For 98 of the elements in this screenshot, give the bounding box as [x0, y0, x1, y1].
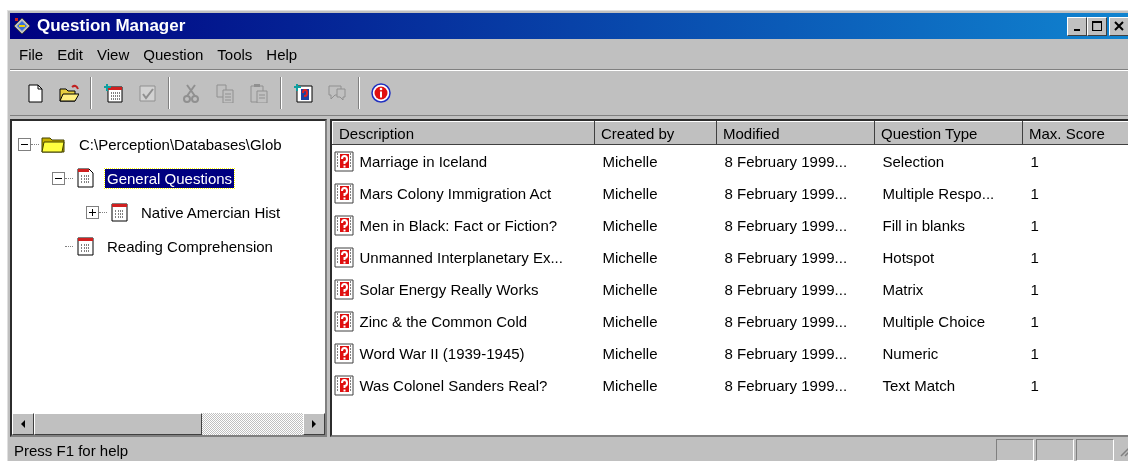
- question-icon: [333, 150, 354, 172]
- table-cell: 8 February 1999...: [724, 216, 848, 234]
- info-icon: [371, 83, 391, 103]
- status-panel: [996, 439, 1034, 461]
- menu-item[interactable]: Tools: [210, 45, 260, 63]
- table-cell: 8 February 1999...: [724, 184, 848, 202]
- table-cell: 8 February 1999...: [724, 280, 848, 298]
- menu-item[interactable]: Edit: [50, 45, 91, 63]
- horizontal-scrollbar[interactable]: [12, 413, 325, 435]
- table-cell: Men in Black: Fact or Fiction?: [359, 216, 558, 234]
- column-header[interactable]: Max. Score: [1022, 121, 1128, 145]
- table-cell: Michelle: [602, 216, 658, 234]
- app-icon: [13, 17, 31, 35]
- table-cell: Text Match: [882, 376, 956, 394]
- table-cell: 8 February 1999...: [724, 248, 848, 266]
- speech-bubble-icon: [327, 83, 347, 103]
- new-document-icon: [25, 83, 45, 103]
- table-cell: 8 February 1999...: [724, 152, 848, 170]
- table-cell: Michelle: [602, 376, 658, 394]
- menu-item[interactable]: Help: [259, 45, 305, 63]
- maximize-button[interactable]: [1087, 16, 1107, 36]
- new-question-icon: [293, 83, 313, 103]
- column-header[interactable]: Created by: [594, 121, 717, 145]
- table-cell: Multiple Respo...: [882, 184, 995, 202]
- table-cell: 1: [1030, 344, 1039, 362]
- column-header[interactable]: Description: [332, 121, 595, 145]
- table-cell: 8 February 1999...: [724, 376, 848, 394]
- left-arrow-icon: [19, 420, 27, 428]
- question-icon: [333, 310, 354, 332]
- table-cell: 1: [1030, 280, 1039, 298]
- table-cell: Michelle: [602, 152, 658, 170]
- list-icon: [109, 202, 129, 222]
- window-title: Question Manager: [37, 16, 187, 36]
- table-cell: Was Colonel Sanders Real?: [359, 376, 548, 394]
- tree-item[interactable]: Native Amercian Hist: [139, 202, 283, 222]
- table-cell: Michelle: [602, 184, 658, 202]
- table-cell: Michelle: [602, 248, 658, 266]
- question-icon: [333, 278, 354, 300]
- table-cell: Matrix: [882, 280, 924, 298]
- close-button[interactable]: [1109, 16, 1128, 36]
- scroll-left-button[interactable]: [12, 413, 34, 435]
- document-icon: [75, 168, 95, 188]
- question-icon: [333, 182, 354, 204]
- list-icon: [75, 236, 95, 256]
- new-list-icon: [103, 83, 123, 103]
- table-cell: 1: [1030, 376, 1039, 394]
- spell-check-icon: [137, 83, 157, 103]
- table-cell: 1: [1030, 152, 1039, 170]
- folder-icon: [41, 134, 67, 154]
- menu-item[interactable]: File: [12, 45, 51, 63]
- table-cell: 1: [1030, 216, 1039, 234]
- scroll-right-button[interactable]: [303, 413, 325, 435]
- collapse-toggle[interactable]: [52, 171, 65, 185]
- table-cell: Michelle: [602, 344, 658, 362]
- table-cell: Fill in blanks: [882, 216, 966, 234]
- question-icon: [333, 374, 354, 396]
- minimize-icon: [1074, 29, 1080, 31]
- table-cell: Unmanned Interplanetary Ex...: [359, 248, 563, 266]
- table-cell: Numeric: [882, 344, 939, 362]
- table-cell: 8 February 1999...: [724, 312, 848, 330]
- table-cell: Michelle: [602, 312, 658, 330]
- table-cell: Multiple Choice: [882, 312, 986, 330]
- open-folder-icon: [59, 83, 79, 103]
- status-text: Press F1 for help: [14, 441, 130, 459]
- table-cell: 8 February 1999...: [724, 344, 848, 362]
- table-cell: Marriage in Iceland: [359, 152, 488, 170]
- menu-item[interactable]: Question: [136, 45, 211, 63]
- table-cell: Hotspot: [882, 248, 935, 266]
- column-header[interactable]: Modified: [716, 121, 875, 145]
- expand-toggle[interactable]: [86, 205, 99, 219]
- table-cell: Michelle: [602, 280, 658, 298]
- menu-item[interactable]: View: [90, 45, 137, 63]
- paste-icon: [249, 83, 269, 103]
- scissors-icon: [181, 83, 201, 103]
- table-cell: Word War II (1939-1945): [359, 344, 525, 362]
- table-cell: Mars Colony Immigration Act: [359, 184, 552, 202]
- table-cell: 1: [1030, 312, 1039, 330]
- maximize-icon: [1092, 21, 1102, 31]
- close-icon: [1114, 21, 1124, 31]
- tree-item[interactable]: Reading Comprehension: [105, 236, 275, 256]
- minimize-button[interactable]: [1067, 16, 1087, 36]
- question-icon: [333, 214, 354, 236]
- question-icon: [333, 246, 354, 268]
- table-cell: 1: [1030, 248, 1039, 266]
- question-icon: [333, 342, 354, 364]
- tree-item[interactable]: C:\Perception\Databases\Glob: [77, 134, 284, 154]
- status-panel: [1076, 439, 1114, 461]
- right-arrow-icon: [310, 420, 318, 428]
- scroll-thumb[interactable]: [34, 413, 202, 435]
- copy-icon: [215, 83, 235, 103]
- table-cell: Selection: [882, 152, 945, 170]
- table-cell: 1: [1030, 184, 1039, 202]
- status-panel: [1036, 439, 1074, 461]
- table-cell: Zinc & the Common Cold: [359, 312, 528, 330]
- tree-item[interactable]: General Questions: [105, 168, 235, 188]
- collapse-toggle[interactable]: [18, 137, 31, 151]
- column-header[interactable]: Question Type: [874, 121, 1023, 145]
- table-cell: Solar Energy Really Works: [359, 280, 539, 298]
